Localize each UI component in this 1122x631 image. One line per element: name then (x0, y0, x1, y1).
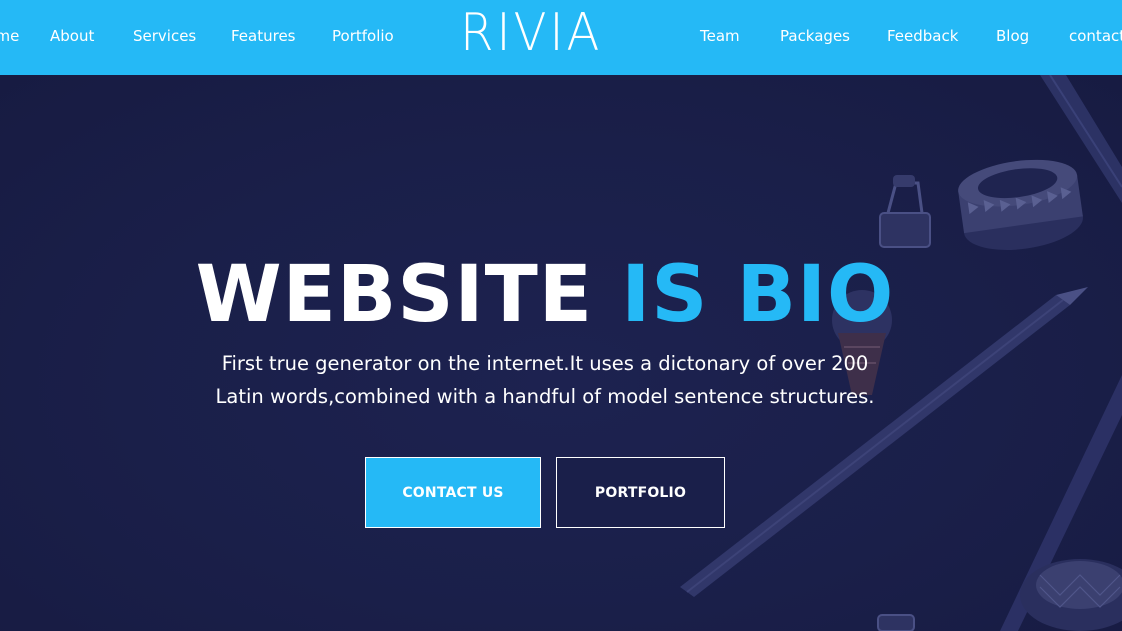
nav-link-feedback[interactable]: Feedback (887, 26, 958, 46)
paper-clip-icon (879, 175, 931, 248)
nav-link-team[interactable]: Team (700, 26, 740, 46)
nav-link-about[interactable]: About (50, 26, 94, 46)
hero-subtext-line-1: First true generator on the internet.It … (221, 352, 869, 375)
washi-tape-icon (958, 159, 1083, 250)
brand-logo[interactable]: RIVIA (460, 4, 602, 62)
headline-white-text: WEBSITE (195, 250, 594, 340)
nav-link-home[interactable]: Home (0, 26, 19, 46)
paper-clip-icon (877, 614, 915, 631)
contact-us-button[interactable]: CONTACT US (365, 457, 541, 528)
nav-link-packages[interactable]: Packages (780, 26, 850, 46)
nav-link-contact[interactable]: contact (1069, 26, 1122, 46)
hero-section: WEBSITE IS BIO First true generator on t… (0, 75, 1122, 631)
nav-link-portfolio[interactable]: Portfolio (332, 26, 394, 46)
nav-link-blog[interactable]: Blog (996, 26, 1029, 46)
hero-headline: WEBSITE IS BIO (0, 252, 1090, 338)
top-navbar: Home About Services Features Portfolio R… (0, 0, 1122, 75)
nav-link-features[interactable]: Features (231, 26, 296, 46)
headline-accent-text: IS BIO (621, 250, 895, 340)
hero-subtext-line-2: Latin words,combined with a handful of m… (215, 385, 875, 408)
hero-subtext: First true generator on the internet.It … (145, 347, 945, 413)
portfolio-button[interactable]: PORTFOLIO (556, 457, 725, 528)
nav-link-services[interactable]: Services (133, 26, 196, 46)
